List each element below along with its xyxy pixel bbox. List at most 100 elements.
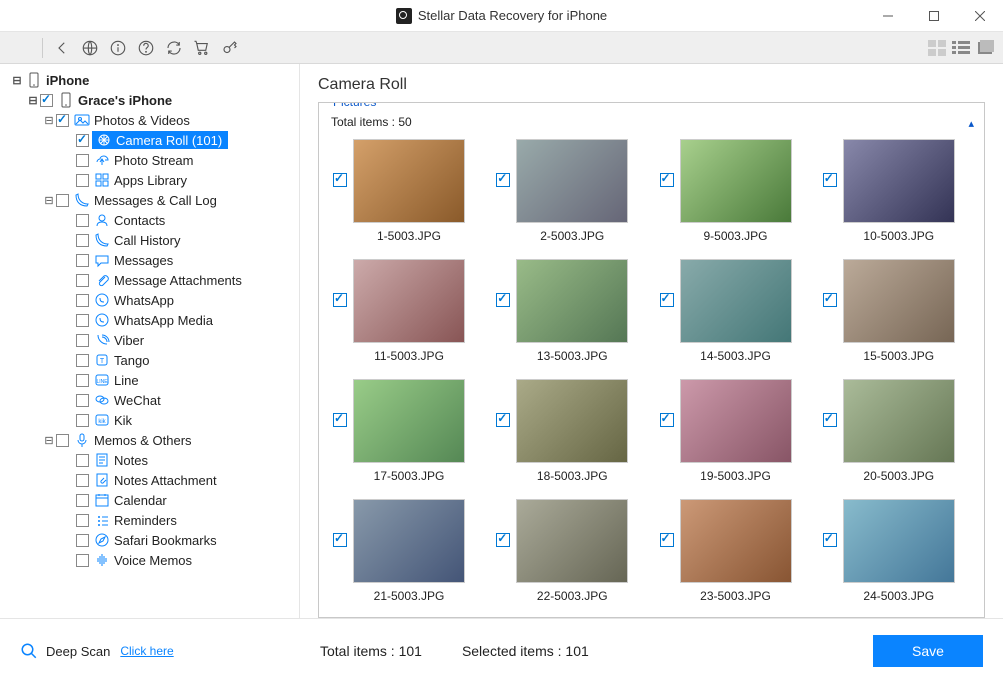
tree-root-iphone[interactable]: ⊟ iPhone (0, 70, 299, 90)
thumbnail-item[interactable]: 10-5003.JPG (823, 139, 972, 243)
thumbnail-item[interactable]: 14-5003.JPG (660, 259, 809, 363)
checkbox[interactable] (76, 474, 89, 487)
tree-message-attachments[interactable]: ·Message Attachments (0, 270, 299, 290)
thumbnail-item[interactable]: 2-5003.JPG (496, 139, 645, 243)
checkbox[interactable] (76, 514, 89, 527)
thumbnail-image[interactable] (843, 379, 955, 463)
menu-icon[interactable] (8, 35, 30, 61)
thumbnail-item[interactable]: 11-5003.JPG (333, 259, 482, 363)
globe-icon[interactable] (77, 35, 103, 61)
thumbnail-image[interactable] (680, 379, 792, 463)
checkbox[interactable] (76, 274, 89, 287)
checkbox[interactable] (76, 374, 89, 387)
thumbnail-checkbox[interactable] (496, 533, 510, 547)
thumbnail-item[interactable]: 21-5003.JPG (333, 499, 482, 603)
checkbox[interactable] (76, 334, 89, 347)
window-close-button[interactable] (957, 0, 1003, 32)
tree-messages-call[interactable]: ⊟ Messages & Call Log (0, 190, 299, 210)
thumbnail-checkbox[interactable] (660, 533, 674, 547)
back-icon[interactable] (49, 35, 75, 61)
window-maximize-button[interactable] (911, 0, 957, 32)
thumbnail-item[interactable]: 20-5003.JPG (823, 379, 972, 483)
tree-call-history[interactable]: ·Call History (0, 230, 299, 250)
thumbnail-checkbox[interactable] (660, 173, 674, 187)
thumbnail-checkbox[interactable] (823, 533, 837, 547)
tree-memos-others[interactable]: ⊟ Memos & Others (0, 430, 299, 450)
tree-safari-bookmarks[interactable]: ·Safari Bookmarks (0, 530, 299, 550)
tree-notes-attachment[interactable]: ·Notes Attachment (0, 470, 299, 490)
thumbnail-checkbox[interactable] (496, 293, 510, 307)
thumbnail-image[interactable] (843, 259, 955, 343)
checkbox[interactable] (76, 314, 89, 327)
tree-reminders[interactable]: ·Reminders (0, 510, 299, 530)
thumbnail-item[interactable]: 13-5003.JPG (496, 259, 645, 363)
thumbnail-image[interactable] (843, 139, 955, 223)
checkbox[interactable] (56, 194, 69, 207)
tree-kik[interactable]: ·kikKik (0, 410, 299, 430)
checkbox[interactable] (76, 134, 89, 147)
tree-viber[interactable]: ·Viber (0, 330, 299, 350)
tree-calendar[interactable]: ·Calendar (0, 490, 299, 510)
tree-messages[interactable]: ·Messages (0, 250, 299, 270)
checkbox[interactable] (56, 114, 69, 127)
thumbnail-scroll[interactable]: 1-5003.JPG2-5003.JPG9-5003.JPG10-5003.JP… (329, 133, 976, 618)
view-stack[interactable] (975, 39, 995, 57)
info-icon[interactable] (105, 35, 131, 61)
thumbnail-item[interactable]: 17-5003.JPG (333, 379, 482, 483)
thumbnail-image[interactable] (843, 499, 955, 583)
tree-device[interactable]: ⊟ Grace's iPhone (0, 90, 299, 110)
thumbnail-checkbox[interactable] (496, 413, 510, 427)
checkbox[interactable] (76, 154, 89, 167)
thumbnail-checkbox[interactable] (823, 413, 837, 427)
thumbnail-checkbox[interactable] (823, 173, 837, 187)
thumbnail-checkbox[interactable] (333, 413, 347, 427)
tree-voice-memos[interactable]: ·Voice Memos (0, 550, 299, 570)
checkbox[interactable] (76, 294, 89, 307)
checkbox[interactable] (76, 494, 89, 507)
checkbox[interactable] (76, 354, 89, 367)
thumbnail-image[interactable] (680, 139, 792, 223)
tree-line[interactable]: ·LINELine (0, 370, 299, 390)
help-icon[interactable] (133, 35, 159, 61)
thumbnail-image[interactable] (353, 379, 465, 463)
thumbnail-checkbox[interactable] (333, 293, 347, 307)
tree-photo-stream[interactable]: · Photo Stream (0, 150, 299, 170)
window-minimize-button[interactable] (865, 0, 911, 32)
tree-wechat[interactable]: ·WeChat (0, 390, 299, 410)
checkbox[interactable] (76, 234, 89, 247)
thumbnail-checkbox[interactable] (660, 293, 674, 307)
checkbox[interactable] (76, 554, 89, 567)
thumbnail-item[interactable]: 22-5003.JPG (496, 499, 645, 603)
thumbnail-item[interactable]: 1-5003.JPG (333, 139, 482, 243)
tree-whatsapp[interactable]: ·WhatsApp (0, 290, 299, 310)
thumbnail-checkbox[interactable] (660, 413, 674, 427)
key-icon[interactable] (217, 35, 243, 61)
thumbnail-image[interactable] (353, 139, 465, 223)
thumbnail-checkbox[interactable] (333, 173, 347, 187)
thumbnail-image[interactable] (680, 499, 792, 583)
save-button[interactable]: Save (873, 635, 983, 667)
checkbox[interactable] (76, 454, 89, 467)
deep-scan-link[interactable]: Click here (120, 644, 173, 658)
refresh-icon[interactable] (161, 35, 187, 61)
checkbox[interactable] (76, 254, 89, 267)
checkbox[interactable] (76, 414, 89, 427)
tree-tango[interactable]: ·TTango (0, 350, 299, 370)
tree-photos-videos[interactable]: ⊟ Photos & Videos (0, 110, 299, 130)
thumbnail-item[interactable]: 15-5003.JPG (823, 259, 972, 363)
view-details[interactable] (951, 39, 971, 57)
tree-whatsapp-media[interactable]: ·WhatsApp Media (0, 310, 299, 330)
thumbnail-image[interactable] (516, 259, 628, 343)
thumbnail-item[interactable]: 24-5003.JPG (823, 499, 972, 603)
thumbnail-checkbox[interactable] (496, 173, 510, 187)
thumbnail-image[interactable] (516, 499, 628, 583)
checkbox[interactable] (76, 214, 89, 227)
collapse-icon[interactable]: ▴ (968, 117, 974, 130)
thumbnail-item[interactable]: 23-5003.JPG (660, 499, 809, 603)
checkbox[interactable] (76, 174, 89, 187)
thumbnail-image[interactable] (680, 259, 792, 343)
checkbox[interactable] (76, 394, 89, 407)
thumbnail-image[interactable] (516, 139, 628, 223)
thumbnail-item[interactable]: 9-5003.JPG (660, 139, 809, 243)
tree-notes[interactable]: ·Notes (0, 450, 299, 470)
